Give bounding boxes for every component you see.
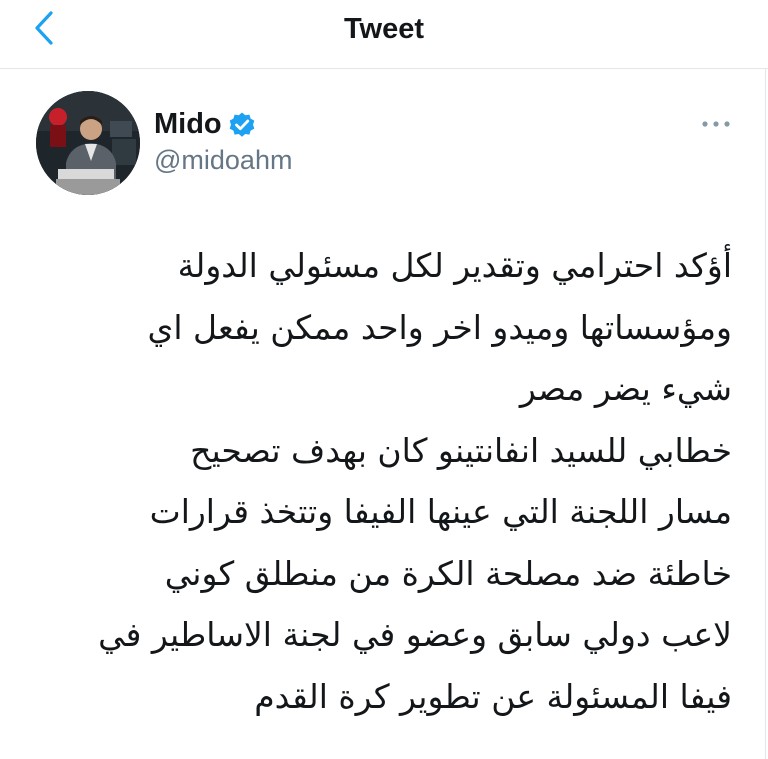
divider [765, 68, 766, 759]
tweet-text-line: فيفا المسئولة عن تطوير كرة القدم [254, 676, 732, 716]
author-name-row: Mido [154, 106, 256, 142]
tweet-text-line: أؤكد احترامي وتقدير لكل مسئولي الدولة [177, 246, 732, 285]
tweet-text-line: لاعب دولي سابق وعضو في لجنة الاساطير في [98, 615, 732, 654]
author-handle[interactable]: @midoahm [154, 145, 292, 176]
author-name[interactable]: Mido [154, 108, 222, 141]
tweet-text-line: خاطئة ضد مصلحة الكرة من منطلق كوني [164, 553, 732, 593]
avatar[interactable] [36, 91, 140, 195]
tweet-text-line: ومؤسساتها وميدو اخر واحد ممكن يفعل اي [147, 307, 732, 347]
tweet-text-line: مسار اللجنة التي عينها الفيفا وتتخذ قرار… [149, 492, 732, 531]
ellipsis-horizontal-icon [702, 121, 730, 127]
tweet-text: أؤكد احترامي وتقدير لكل مسئولي الدولة وم… [32, 235, 732, 727]
tweet-text-line: خطابي للسيد انفانتينو كان بهدف تصحيح [190, 430, 732, 470]
more-options-button[interactable] [696, 112, 736, 136]
avatar-photo [36, 91, 140, 195]
tweet-text-line: شيء يضر مصر [519, 369, 732, 408]
page-title: Tweet [343, 13, 425, 45]
top-navigation-bar: Tweet [0, 0, 768, 69]
verified-badge-icon [229, 112, 254, 137]
